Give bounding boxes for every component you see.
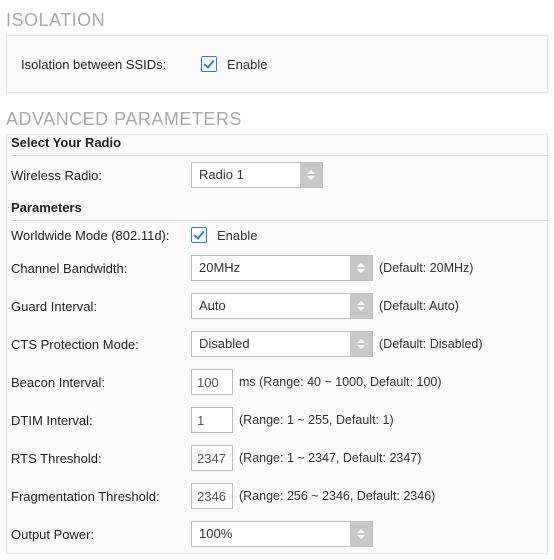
worldwide-label: Worldwide Mode (802.11d): [11, 228, 191, 243]
isolation-row: Isolation between SSIDs: Enable [21, 50, 533, 78]
isolation-enable-text: Enable [227, 57, 267, 72]
rts-row: RTS Threshold: (Range: 1 ~ 2347, Default… [11, 439, 547, 477]
cts-row: CTS Protection Mode: Disabled (Default: … [11, 325, 547, 363]
rts-hint: (Range: 1 ~ 2347, Default: 2347) [239, 451, 421, 465]
select-radio-header: Select Your Radio [11, 135, 547, 156]
beacon-row: Beacon Interval: ms (Range: 40 ~ 1000, D… [11, 363, 547, 401]
dtim-hint: (Range: 1 ~ 255, Default: 1) [239, 413, 394, 427]
frag-input[interactable] [191, 483, 233, 509]
frag-label: Fragmentation Threshold: [11, 489, 191, 504]
dtim-label: DTIM Interval: [11, 413, 191, 428]
cts-value: Disabled [192, 332, 350, 356]
cts-hint: (Default: Disabled) [379, 337, 483, 351]
advanced-panel: Select Your Radio Wireless Radio: Radio … [6, 134, 548, 554]
guard-interval-row: Guard Interval: Auto (Default: Auto) [11, 287, 547, 325]
wireless-radio-row: Wireless Radio: Radio 1 [11, 156, 547, 194]
dtim-row: DTIM Interval: (Range: 1 ~ 255, Default:… [11, 401, 547, 439]
guard-interval-label: Guard Interval: [11, 299, 191, 314]
channel-bw-value: 20MHz [192, 256, 350, 280]
worldwide-row: Worldwide Mode (802.11d): Enable [11, 221, 547, 249]
channel-bw-label: Channel Bandwidth: [11, 261, 191, 276]
wireless-radio-value: Radio 1 [192, 163, 300, 187]
isolation-label: Isolation between SSIDs: [21, 57, 201, 72]
output-power-value: 100% [192, 522, 350, 546]
channel-bw-hint: (Default: 20MHz) [379, 261, 473, 275]
beacon-hint: ms (Range: 40 ~ 1000, Default: 100) [239, 375, 442, 389]
beacon-input[interactable] [191, 369, 233, 395]
spinner-icon [300, 163, 322, 187]
frag-hint: (Range: 256 ~ 2346, Default: 2346) [239, 489, 435, 503]
rts-label: RTS Threshold: [11, 451, 191, 466]
parameters-header: Parameters [11, 194, 547, 221]
output-power-label: Output Power: [11, 527, 191, 542]
isolation-enable-checkbox[interactable] [201, 56, 217, 72]
dtim-input[interactable] [191, 407, 233, 433]
wireless-radio-select[interactable]: Radio 1 [191, 162, 323, 188]
advanced-section-title: ADVANCED PARAMETERS [6, 105, 548, 134]
spinner-icon [350, 332, 372, 356]
worldwide-enable-checkbox[interactable] [191, 227, 207, 243]
guard-interval-select[interactable]: Auto [191, 293, 373, 319]
rts-input[interactable] [191, 445, 233, 471]
frag-row: Fragmentation Threshold: (Range: 256 ~ 2… [11, 477, 547, 515]
guard-interval-value: Auto [192, 294, 350, 318]
guard-interval-hint: (Default: Auto) [379, 299, 459, 313]
spinner-icon [350, 256, 372, 280]
wireless-radio-label: Wireless Radio: [11, 168, 191, 183]
channel-bw-select[interactable]: 20MHz [191, 255, 373, 281]
spinner-icon [350, 522, 372, 546]
output-power-select[interactable]: 100% [191, 521, 373, 547]
output-power-row: Output Power: 100% [11, 515, 547, 553]
channel-bw-row: Channel Bandwidth: 20MHz (Default: 20MHz… [11, 249, 547, 287]
isolation-panel: Isolation between SSIDs: Enable [6, 35, 548, 93]
isolation-section-title: ISOLATION [6, 6, 548, 35]
beacon-label: Beacon Interval: [11, 375, 191, 390]
cts-label: CTS Protection Mode: [11, 337, 191, 352]
spinner-icon [350, 294, 372, 318]
worldwide-enable-text: Enable [217, 228, 257, 243]
cts-select[interactable]: Disabled [191, 331, 373, 357]
